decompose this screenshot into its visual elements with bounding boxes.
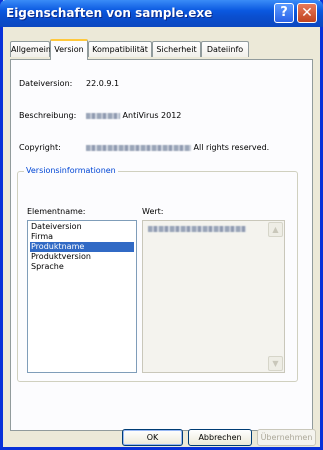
- help-icon: ?: [280, 5, 288, 20]
- tab-version[interactable]: Version: [50, 39, 88, 60]
- value-textbox[interactable]: ▲ ▼: [142, 220, 285, 373]
- list-item-dateiversion[interactable]: Dateiversion: [30, 222, 134, 232]
- redacted-vendor-name: [86, 112, 120, 119]
- tab-allgemein[interactable]: Allgemein: [10, 41, 51, 57]
- cancel-button[interactable]: Abbrechen: [188, 429, 252, 446]
- value-scrollbar[interactable]: ▲ ▼: [268, 222, 283, 371]
- window-title: Eigenschaften von sample.exe: [6, 6, 213, 20]
- file-version-value: 22.0.9.1: [86, 79, 120, 88]
- tab-sicherheit[interactable]: Sicherheit: [152, 41, 201, 57]
- group-title: Versionsinformationen: [24, 166, 118, 175]
- element-name-header: Elementname:: [27, 207, 86, 216]
- list-item-firma[interactable]: Firma: [30, 232, 134, 242]
- file-version-label: Dateiversion:: [19, 79, 73, 88]
- chevron-up-icon: ▲: [272, 225, 279, 234]
- element-name-list[interactable]: Dateiversion Firma Produktname Produktve…: [27, 220, 137, 373]
- title-bar[interactable]: Eigenschaften von sample.exe ? ✕: [0, 0, 323, 27]
- scroll-up-button[interactable]: ▲: [268, 222, 283, 237]
- dialog-client-area: Allgemein Version Kompatibilität Sicherh…: [5, 29, 318, 446]
- redacted-copyright-owner: [86, 144, 191, 151]
- scroll-down-button[interactable]: ▼: [268, 356, 283, 371]
- redacted-product-name: [148, 226, 246, 232]
- tab-kompatibilitaet[interactable]: Kompatibilität: [88, 41, 152, 57]
- value-header: Wert:: [142, 207, 164, 216]
- list-item-sprache[interactable]: Sprache: [30, 262, 134, 272]
- tab-dateiinfo[interactable]: Dateiinfo: [201, 41, 249, 57]
- apply-button[interactable]: Übernehmen: [257, 429, 316, 446]
- help-button[interactable]: ?: [274, 3, 294, 23]
- description-label: Beschreibung:: [19, 111, 77, 120]
- list-item-produktname[interactable]: Produktname: [30, 242, 134, 252]
- version-tab-panel: Dateiversion: 22.0.9.1 Beschreibung: Ant…: [10, 59, 313, 431]
- copyright-field: All rights reserved.: [86, 143, 269, 152]
- copyright-label: Copyright:: [19, 143, 61, 152]
- list-item-produktversion[interactable]: Produktversion: [30, 252, 134, 262]
- properties-dialog: Eigenschaften von sample.exe ? ✕ Allgeme…: [0, 0, 323, 450]
- copyright-value: All rights reserved.: [193, 143, 270, 152]
- description-value: AntiVirus 2012: [122, 111, 182, 120]
- close-icon: ✕: [301, 5, 313, 21]
- chevron-down-icon: ▼: [272, 359, 279, 368]
- close-button[interactable]: ✕: [297, 3, 317, 23]
- ok-button[interactable]: OK: [122, 429, 183, 446]
- description-field: AntiVirus 2012: [86, 111, 181, 120]
